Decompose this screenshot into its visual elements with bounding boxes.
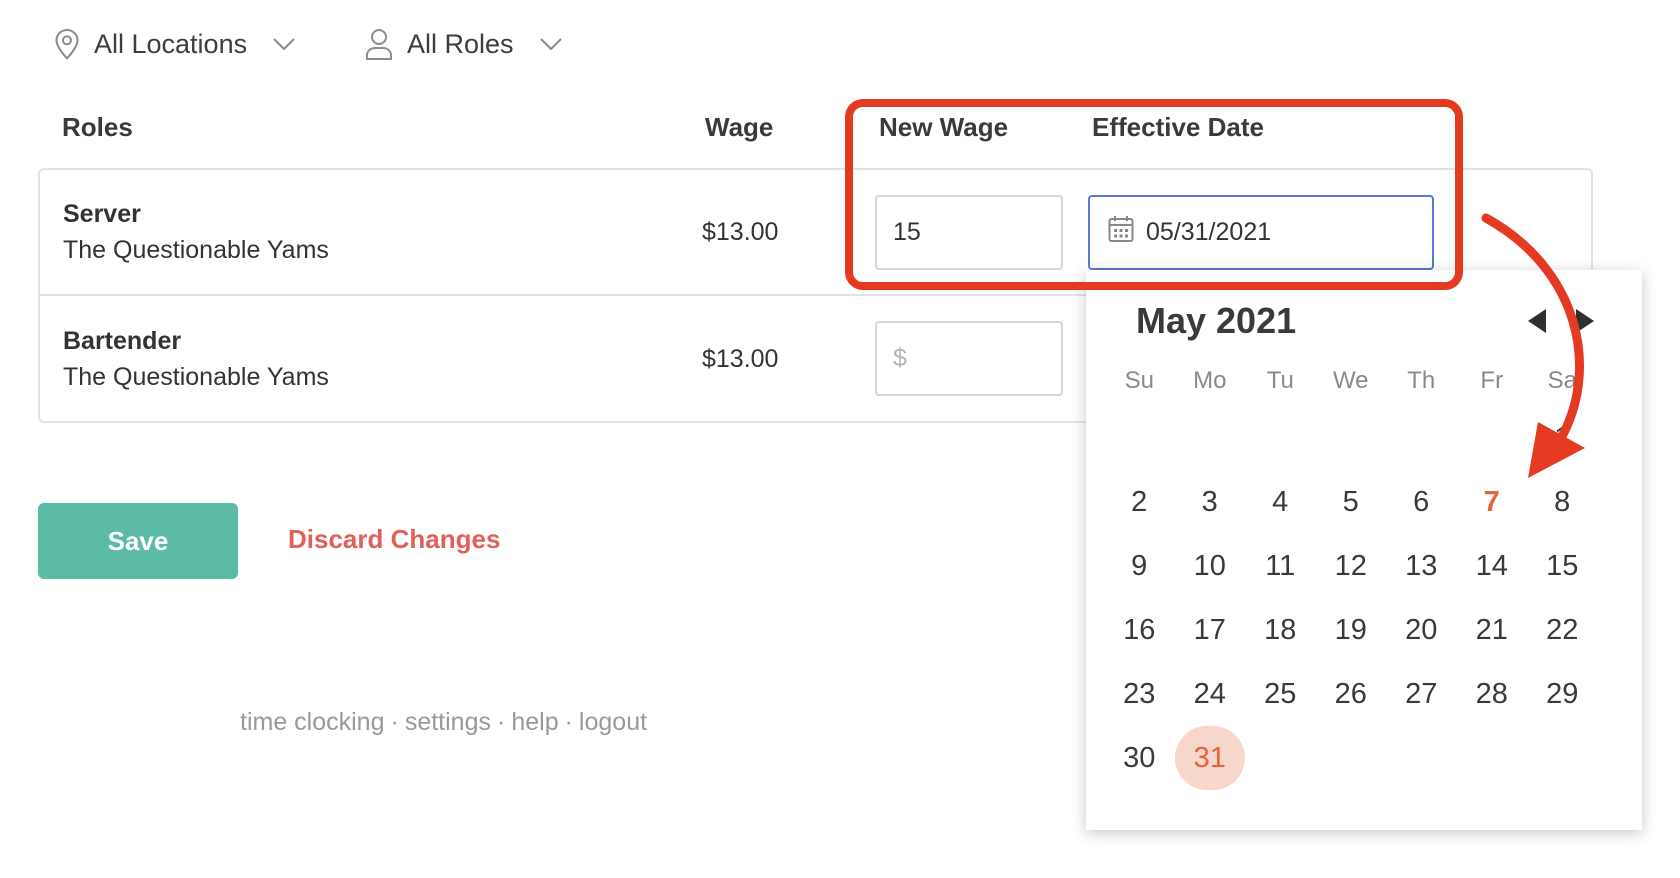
calendar-day[interactable]: 8: [1527, 470, 1598, 534]
calendar-day[interactable]: 10: [1175, 534, 1246, 598]
discard-changes-link[interactable]: Discard Changes: [288, 524, 500, 555]
weekday-label: Mo: [1193, 367, 1227, 394]
footer-link-help[interactable]: help: [511, 708, 558, 736]
role-name: Bartender: [63, 327, 182, 355]
chevron-down-icon: [539, 38, 562, 50]
calendar-day[interactable]: 15: [1527, 534, 1598, 598]
current-wage: $13.00: [702, 218, 779, 246]
new-wage-input[interactable]: 15: [875, 195, 1063, 270]
calendar-empty-cell: [1386, 406, 1457, 470]
calendar-day[interactable]: 16: [1104, 598, 1175, 662]
calendar-day[interactable]: 1: [1527, 406, 1598, 470]
locations-filter-label: All Locations: [94, 28, 248, 59]
calendar-day[interactable]: 19: [1316, 598, 1387, 662]
effective-date-input[interactable]: 05/31/2021: [1088, 195, 1434, 270]
footer-link-settings[interactable]: settings: [405, 708, 491, 736]
calendar-day[interactable]: 18: [1245, 598, 1316, 662]
footer-link-logout[interactable]: logout: [579, 708, 647, 736]
role-location: The Questionable Yams: [63, 363, 329, 391]
calendar-day[interactable]: 27: [1386, 662, 1457, 726]
calendar-day[interactable]: 17: [1175, 598, 1246, 662]
new-wage-column-header: New Wage: [879, 112, 1009, 142]
roles-filter[interactable]: All Roles: [365, 24, 562, 64]
calendar-month-label: May 2021: [1136, 300, 1297, 341]
save-button[interactable]: Save: [38, 503, 238, 579]
roles-filter-label: All Roles: [407, 28, 514, 59]
next-month-arrow-icon[interactable]: [1574, 308, 1596, 339]
calendar-day[interactable]: 29: [1527, 662, 1598, 726]
calendar-day[interactable]: 23: [1104, 662, 1175, 726]
location-pin-icon: [54, 28, 80, 60]
new-wage-placeholder: $: [893, 344, 907, 372]
effective-date-column-header: Effective Date: [1092, 112, 1264, 142]
calendar-day[interactable]: 21: [1457, 598, 1528, 662]
chevron-down-icon: [273, 38, 295, 50]
calendar-icon: [1108, 215, 1134, 250]
calendar-day-grid: Su Mo Tu We Th Fr Sa 1 2 3 4 5 6 7 8 9 10 11 12 13 14 15 16 17 1…: [1104, 356, 1598, 790]
calendar-day[interactable]: 25: [1245, 662, 1316, 726]
weekday-label: Th: [1407, 367, 1436, 394]
calendar-day[interactable]: 5: [1316, 470, 1387, 534]
calendar-day-today[interactable]: 7: [1457, 470, 1528, 534]
calendar-day[interactable]: 3: [1175, 470, 1246, 534]
effective-date-value: 05/31/2021: [1146, 218, 1272, 246]
footer-separator: ·: [564, 708, 573, 736]
weekday-label: Fr: [1480, 367, 1504, 394]
calendar-day[interactable]: 24: [1175, 662, 1246, 726]
footer-links: time clocking · settings · help · logout: [240, 708, 647, 737]
calendar-day[interactable]: 9: [1104, 534, 1175, 598]
calendar-day[interactable]: 2: [1104, 470, 1175, 534]
calendar-day[interactable]: 30: [1104, 726, 1175, 790]
calendar-day[interactable]: 11: [1245, 534, 1316, 598]
calendar-empty-cell: [1175, 406, 1246, 470]
calendar-day[interactable]: 4: [1245, 470, 1316, 534]
roles-column-header: Roles: [62, 112, 133, 142]
calendar-day[interactable]: 13: [1386, 534, 1457, 598]
weekday-label: Tu: [1266, 367, 1294, 394]
calendar-empty-cell: [1245, 406, 1316, 470]
user-icon: [365, 28, 393, 60]
footer-separator: ·: [497, 708, 506, 736]
calendar-day[interactable]: 28: [1457, 662, 1528, 726]
calendar-day[interactable]: 14: [1457, 534, 1528, 598]
weekday-label: Su: [1124, 367, 1154, 394]
calendar-day-selected[interactable]: 31: [1174, 726, 1246, 790]
locations-filter[interactable]: All Locations: [54, 24, 295, 64]
new-wage-value: 15: [893, 218, 921, 246]
calendar-day[interactable]: 6: [1386, 470, 1457, 534]
calendar-day[interactable]: 20: [1386, 598, 1457, 662]
weekday-label: Sa: [1547, 367, 1577, 394]
calendar-empty-cell: [1457, 406, 1528, 470]
date-picker-popover: May 2021 Su Mo Tu We Th Fr Sa 1 2 3 4 5 6 7 8 9 10 11 12 13…: [1086, 270, 1642, 830]
role-location: The Questionable Yams: [63, 236, 329, 264]
prev-month-arrow-icon[interactable]: [1526, 308, 1548, 339]
calendar-day[interactable]: 26: [1316, 662, 1387, 726]
wage-column-header: Wage: [705, 112, 774, 142]
new-wage-input[interactable]: $: [875, 321, 1063, 396]
calendar-empty-cell: [1104, 406, 1175, 470]
footer-separator: ·: [390, 708, 399, 736]
calendar-day[interactable]: 22: [1527, 598, 1598, 662]
calendar-day[interactable]: 12: [1316, 534, 1387, 598]
role-name: Server: [63, 200, 141, 228]
footer-link-time-clocking[interactable]: time clocking: [240, 708, 385, 736]
current-wage: $13.00: [702, 345, 779, 373]
calendar-empty-cell: [1316, 406, 1387, 470]
weekday-label: We: [1332, 367, 1369, 394]
